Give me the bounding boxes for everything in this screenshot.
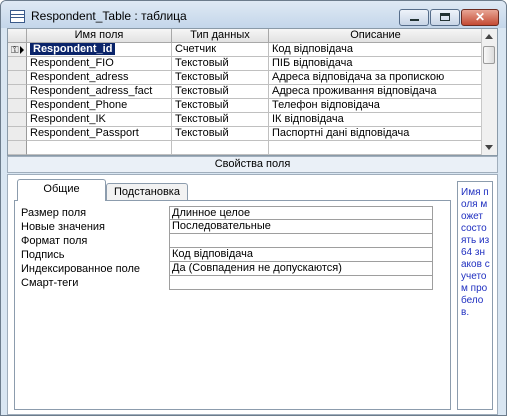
grid-vertical-scrollbar[interactable]: [481, 29, 497, 155]
scroll-thumb[interactable]: [483, 46, 495, 64]
description-cell[interactable]: Адреса проживання відповідача: [269, 85, 483, 99]
property-label: Формат поля: [21, 235, 88, 247]
description-cell[interactable]: Паспортні дані відповідача: [269, 127, 483, 141]
field-name-cell[interactable]: Respondent_IK: [27, 113, 172, 127]
property-row: Подпись Код відповідача: [21, 248, 447, 262]
data-type-cell[interactable]: Текстовый: [172, 85, 269, 99]
field-name-text: Respondent_IK: [30, 113, 106, 125]
field-name-cell[interactable]: Respondent_adress_fact: [27, 85, 172, 99]
field-name-cell[interactable]: Respondent_id: [27, 43, 172, 57]
property-value-input[interactable]: Да (Совпадения не допускаются): [169, 262, 433, 276]
primary-key-icon: ⚿: [11, 45, 19, 56]
empty-cell[interactable]: [172, 141, 269, 155]
row-selector[interactable]: [8, 57, 27, 71]
empty-cell[interactable]: [27, 141, 172, 155]
scroll-up-icon[interactable]: [485, 34, 493, 39]
row-selector[interactable]: [8, 113, 27, 127]
property-row: Размер поля Длинное целое: [21, 206, 447, 220]
close-button[interactable]: ✕: [461, 9, 499, 26]
row-selector[interactable]: [8, 71, 27, 85]
property-row: Индексированное поле Да (Совпадения не до…: [21, 262, 447, 276]
property-label: Индексированное поле: [21, 263, 140, 275]
scroll-down-icon[interactable]: [485, 145, 493, 150]
description-cell[interactable]: ПІБ відповідача: [269, 57, 483, 71]
row-selector[interactable]: [8, 99, 27, 113]
header-data-type[interactable]: Тип данных: [172, 29, 269, 43]
description-cell[interactable]: Телефон відповідача: [269, 99, 483, 113]
description-cell[interactable]: Адреса відповідача за пропискою: [269, 71, 483, 85]
row-selector[interactable]: [8, 127, 27, 141]
minimize-icon: [410, 19, 419, 21]
field-name-text: Respondent_FIO: [30, 57, 114, 69]
property-label: Размер поля: [21, 207, 87, 219]
property-row: Формат поля: [21, 234, 447, 248]
property-value-input[interactable]: Последовательные: [169, 220, 433, 234]
tab-general[interactable]: Общие: [17, 179, 106, 201]
property-value-input[interactable]: Длинное целое: [169, 206, 433, 220]
title-bar[interactable]: Respondent_Table : таблица ✕: [1, 1, 506, 28]
field-name-cell[interactable]: Respondent_Phone: [27, 99, 172, 113]
description-cell[interactable]: ІК відповідача: [269, 113, 483, 127]
field-name-text: Respondent_id: [30, 43, 116, 55]
field-properties-panel: Общие Подстановка Размер поля Длинное цел…: [7, 174, 498, 415]
row-selector[interactable]: ⚿: [8, 43, 27, 57]
row-selector[interactable]: [8, 85, 27, 99]
maximize-icon: [440, 13, 450, 21]
general-tab-body: Размер поля Длинное целое Новые значения По…: [14, 200, 451, 410]
field-name-cell[interactable]: Respondent_adress: [27, 71, 172, 85]
field-name-text: Respondent_Phone: [30, 99, 128, 111]
data-type-cell[interactable]: Текстовый: [172, 127, 269, 141]
property-value-input[interactable]: [169, 234, 433, 248]
data-type-cell[interactable]: Текстовый: [172, 99, 269, 113]
header-selector-cell[interactable]: [8, 29, 27, 43]
property-row: Новые значения Последовательные: [21, 220, 447, 234]
header-field-name[interactable]: Имя поля: [27, 29, 172, 43]
empty-cell[interactable]: [269, 141, 483, 155]
table-design-window: Respondent_Table : таблица ✕ Имя поля Ти…: [0, 0, 507, 416]
table-icon: [10, 10, 25, 23]
field-grid: Имя поля Тип данных Описание ⚿ Respondent…: [7, 28, 498, 156]
property-label: Смарт-теги: [21, 277, 79, 289]
empty-cell[interactable]: [8, 141, 27, 155]
maximize-button[interactable]: [430, 9, 460, 26]
window-title: Respondent_Table : таблица: [31, 9, 187, 23]
data-type-cell[interactable]: Текстовый: [172, 57, 269, 71]
data-type-cell[interactable]: Счетчик: [172, 43, 269, 57]
header-description[interactable]: Описание: [269, 29, 483, 43]
tab-lookup[interactable]: Подстановка: [106, 183, 188, 200]
data-type-cell[interactable]: Текстовый: [172, 113, 269, 127]
field-name-cell[interactable]: Respondent_FIO: [27, 57, 172, 71]
data-type-cell[interactable]: Текстовый: [172, 71, 269, 85]
field-name-text: Respondent_adress: [30, 71, 129, 83]
field-name-text: Respondent_adress_fact: [30, 85, 153, 97]
property-value-input[interactable]: [169, 276, 433, 290]
current-row-arrow-icon: [20, 46, 24, 54]
description-cell[interactable]: Код відповідача: [269, 43, 483, 57]
field-properties-header: Свойства поля: [7, 156, 498, 173]
property-help-text: Имя поля может состоять из 64 знаков с у…: [457, 181, 493, 410]
field-name-cell[interactable]: Respondent_Passport: [27, 127, 172, 141]
close-icon: ✕: [474, 10, 486, 24]
property-label: Подпись: [21, 249, 65, 261]
minimize-button[interactable]: [399, 9, 429, 26]
field-name-text: Respondent_Passport: [30, 127, 139, 139]
property-row: Смарт-теги: [21, 276, 447, 290]
property-value-input[interactable]: Код відповідача: [169, 248, 433, 262]
property-label: Новые значения: [21, 221, 106, 233]
